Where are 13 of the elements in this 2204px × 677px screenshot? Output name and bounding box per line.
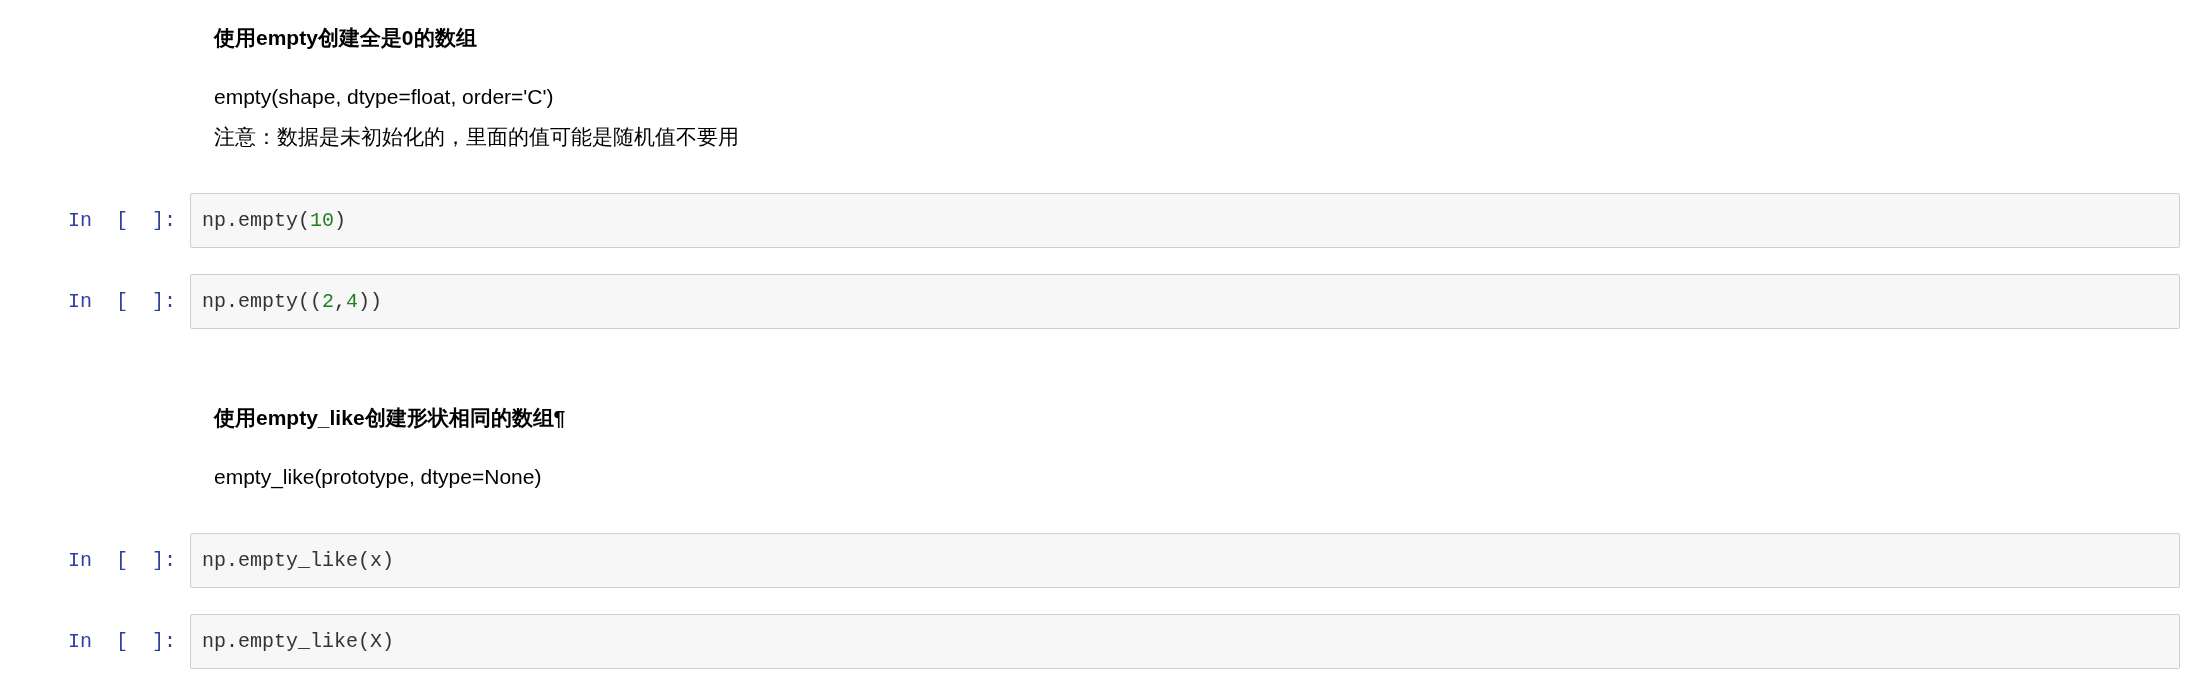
input-prompt: In [ ]:: [66, 549, 177, 572]
code-cell[interactable]: np.empty((2,4)): [190, 274, 2180, 329]
section-heading: 使用empty_like创建形状相同的数组¶: [214, 405, 567, 431]
markdown-text: empty(shape, dtype=float, order='C'): [214, 84, 554, 110]
code-cell[interactable]: np.empty_like(x): [190, 533, 2180, 588]
input-prompt: In [ ]:: [66, 290, 177, 313]
input-prompt: In [ ]:: [66, 209, 177, 232]
code-cell[interactable]: np.empty(10): [190, 193, 2180, 248]
markdown-text: 注意：数据是未初始化的，里面的值可能是随机值不要用: [214, 124, 739, 150]
section-heading: 使用empty创建全是0的数组: [214, 25, 478, 51]
code-cell[interactable]: np.empty_like(X): [190, 614, 2180, 669]
input-prompt: In [ ]:: [66, 630, 177, 653]
markdown-text: empty_like(prototype, dtype=None): [214, 464, 542, 491]
